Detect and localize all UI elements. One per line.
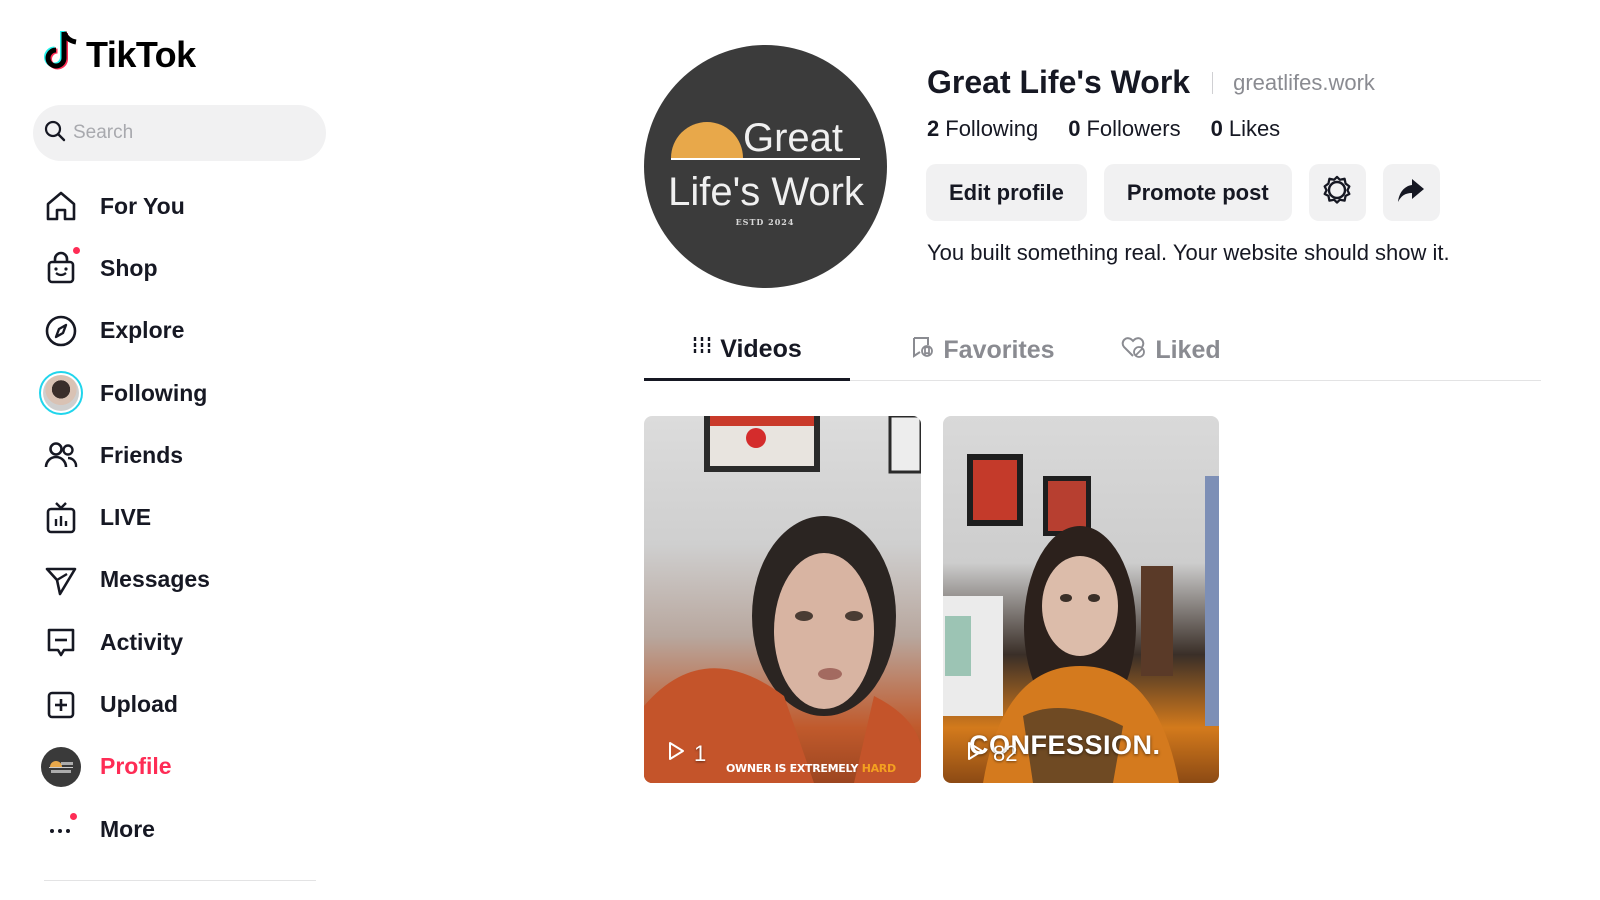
search-input[interactable] [73, 122, 303, 144]
profile-stats: 2 Following 0 Followers 0 Likes [927, 116, 1280, 142]
promote-post-button[interactable]: Promote post [1103, 164, 1292, 221]
play-icon [666, 741, 686, 767]
profile-avatar-wrap [38, 744, 84, 790]
tiktok-logo[interactable]: TikTok [44, 30, 196, 79]
compass-icon [38, 308, 84, 354]
sidebar-item-label: For You [100, 192, 185, 219]
sidebar-item-label: Profile [100, 753, 172, 780]
sidebar-item-messages[interactable]: Messages [38, 549, 338, 611]
profile-name-row: Great Life's Work greatlifes.work [927, 64, 1375, 101]
play-icon [965, 741, 985, 767]
profile-actions: Edit profile Promote post [926, 164, 1440, 221]
more-dots-icon [38, 806, 84, 852]
sidebar-item-activity[interactable]: Activity [38, 611, 338, 673]
sidebar-item-label: More [100, 815, 155, 842]
search-bar[interactable] [33, 105, 326, 161]
play-count: 1 [666, 741, 706, 767]
tiktok-note-icon [44, 30, 84, 79]
play-count-value: 1 [694, 741, 707, 766]
share-arrow-icon [1396, 175, 1426, 211]
sidebar-item-explore[interactable]: Explore [38, 300, 338, 362]
following-count: 2 [927, 116, 940, 141]
tab-videos[interactable]: Videos [644, 320, 850, 381]
following-avatar [39, 371, 83, 416]
profile-avatar-small [41, 746, 81, 787]
followers-stat[interactable]: 0 Followers [1068, 116, 1180, 142]
paper-plane-icon [38, 557, 84, 603]
settings-button[interactable] [1308, 164, 1366, 221]
video-caption: OWNER IS EXTREMELY HARD [726, 762, 896, 775]
plus-square-icon [38, 682, 84, 728]
play-count: 82 [965, 741, 1017, 767]
share-button[interactable] [1382, 164, 1440, 221]
sidebar-item-following[interactable]: Following [38, 362, 338, 424]
profile-tabs: Videos Favorites Liked [644, 320, 1541, 381]
sidebar-item-label: Explore [100, 317, 185, 344]
sidebar-item-more[interactable]: More [38, 798, 338, 860]
profile-bio: You built something real. Your website s… [927, 240, 1450, 265]
sidebar-item-label: Upload [100, 691, 178, 718]
grid-icon [692, 335, 712, 364]
sidebar: TikTok For You Shop Explore [0, 0, 340, 900]
heart-icon [1121, 335, 1147, 366]
tab-liked[interactable]: Liked [1116, 320, 1226, 380]
following-stat[interactable]: 2 Following [927, 116, 1038, 142]
likes-count: 0 [1210, 116, 1223, 141]
avatar-image [43, 375, 79, 412]
live-tv-icon [38, 495, 84, 541]
gear-icon [1322, 175, 1352, 211]
shopping-bag-icon [38, 245, 84, 291]
profile-name: Great Life's Work [927, 64, 1191, 100]
sidebar-divider [44, 880, 316, 881]
sidebar-item-upload[interactable]: Upload [38, 673, 338, 735]
tab-favorites[interactable]: Favorites [850, 320, 1116, 380]
following-label: Following [945, 116, 1039, 141]
sidebar-item-label: Messages [100, 566, 210, 593]
activity-icon [38, 619, 84, 665]
sidebar-item-for-you[interactable]: For You [38, 175, 338, 237]
likes-stat: 0 Likes [1211, 116, 1281, 142]
tab-label: Favorites [943, 335, 1055, 364]
sidebar-item-label: Friends [100, 441, 184, 468]
search-icon [43, 119, 67, 148]
sidebar-item-live[interactable]: LIVE [38, 486, 338, 548]
play-count-value: 82 [993, 741, 1018, 766]
video-caption-text: OWNER IS EXTREMELY [726, 762, 862, 775]
video-thumbnail[interactable]: 1 OWNER IS EXTREMELY HARD [644, 416, 921, 783]
sidebar-item-label: Activity [100, 628, 184, 655]
tab-label: Videos [720, 334, 802, 363]
sidebar-item-label: Following [100, 379, 208, 406]
home-icon [38, 183, 84, 229]
bookmark-icon [911, 335, 935, 366]
profile-handle: greatlifes.work [1233, 69, 1375, 95]
following-avatar-wrap [38, 370, 84, 416]
brand-name: TikTok [86, 33, 196, 75]
video-thumbnail[interactable]: CONFESSION. 82 [943, 416, 1219, 783]
sidebar-item-label: LIVE [100, 504, 152, 531]
sidebar-nav: For You Shop Explore Following Friends L… [38, 175, 338, 860]
sidebar-item-label: Shop [100, 254, 158, 281]
followers-label: Followers [1086, 116, 1181, 141]
video-caption-highlight: HARD [861, 762, 896, 775]
tab-label: Liked [1155, 335, 1221, 364]
profile-avatar[interactable]: Great Life's Work ESTD 2024 [644, 45, 887, 288]
edit-profile-button[interactable]: Edit profile [926, 164, 1087, 221]
friends-icon [38, 432, 84, 478]
name-separator [1212, 71, 1214, 94]
avatar-text-great: Great [743, 116, 843, 160]
followers-count: 0 [1068, 116, 1081, 141]
sidebar-item-shop[interactable]: Shop [38, 237, 338, 299]
likes-label: Likes [1228, 116, 1281, 141]
sidebar-item-profile[interactable]: Profile [38, 736, 338, 798]
avatar-text-lifes-work: Life's Work [668, 170, 865, 214]
sidebar-item-friends[interactable]: Friends [38, 424, 338, 486]
avatar-text-estd: ESTD 2024 [736, 217, 795, 227]
